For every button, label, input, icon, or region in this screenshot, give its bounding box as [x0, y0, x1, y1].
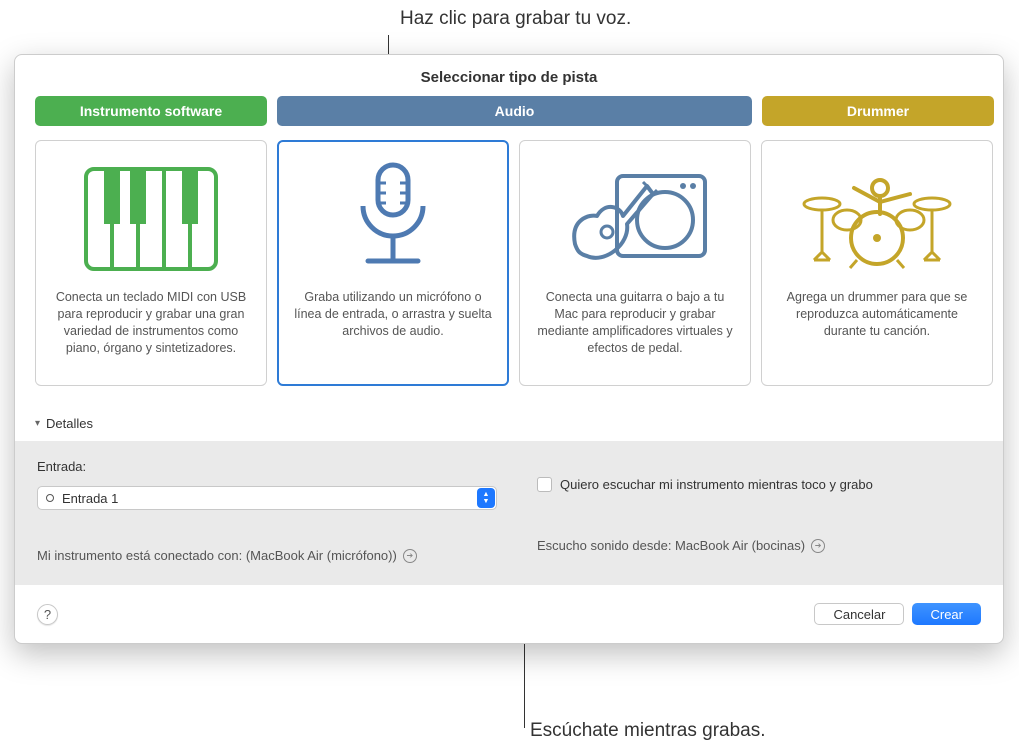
output-device-link[interactable]: ➔ — [811, 539, 825, 553]
card-mic-text: Graba utilizando un micrófono o línea de… — [292, 289, 494, 340]
card-guitar-text: Conecta una guitarra o bajo a tu Mac par… — [534, 289, 736, 357]
card-drummer-text: Agrega un drummer para que se reproduzca… — [776, 289, 978, 340]
checkbox-icon — [537, 477, 552, 492]
drummer-icon — [776, 159, 978, 279]
track-type-dialog: Seleccionar tipo de pista Instrumento so… — [14, 54, 1004, 644]
details-panel: Entrada: Entrada 1 ▲▼ Mi instrumento est… — [15, 441, 1003, 585]
chevron-down-icon: ▾ — [35, 418, 40, 429]
input-device-link[interactable]: ➔ — [403, 549, 417, 563]
cancel-button[interactable]: Cancelar — [814, 603, 904, 625]
card-software-text: Conecta un teclado MIDI con USB para rep… — [50, 289, 252, 357]
input-select[interactable]: Entrada 1 ▲▼ — [37, 486, 497, 510]
tab-audio[interactable]: Audio — [277, 96, 752, 126]
tab-drummer[interactable]: Drummer — [762, 96, 994, 126]
card-audio-mic[interactable]: Graba utilizando un micrófono o línea de… — [277, 140, 509, 386]
monitor-checkbox[interactable]: Quiero escuchar mi instrumento mientras … — [537, 477, 981, 492]
microphone-icon — [292, 159, 494, 279]
callout-record-voice: Haz clic para grabar tu voz. — [400, 8, 631, 30]
create-button[interactable]: Crear — [912, 603, 981, 625]
dialog-title: Seleccionar tipo de pista — [15, 55, 1003, 96]
input-channel-circle-icon — [46, 494, 54, 502]
details-toggle[interactable]: ▾ Detalles — [15, 412, 1003, 441]
track-type-tabs: Instrumento software Audio Drummer — [15, 96, 1003, 126]
output-device-text: Escucho sonido desde: MacBook Air (bocin… — [537, 538, 805, 553]
details-label: Detalles — [46, 416, 93, 431]
select-stepper-icon: ▲▼ — [477, 488, 495, 508]
piano-keys-icon — [50, 159, 252, 279]
callout-listen-self: Escúchate mientras grabas. — [530, 720, 766, 742]
dialog-footer: ? Cancelar Crear — [15, 585, 1003, 643]
card-drummer[interactable]: Agrega un drummer para que se reproduzca… — [761, 140, 993, 386]
monitor-label: Quiero escuchar mi instrumento mientras … — [560, 477, 873, 492]
tab-software-instrument[interactable]: Instrumento software — [35, 96, 267, 126]
input-device-text: Mi instrumento está conectado con: (MacB… — [37, 548, 397, 563]
input-label: Entrada: — [37, 459, 497, 474]
track-type-cards: Conecta un teclado MIDI con USB para rep… — [15, 126, 1003, 412]
input-select-value: Entrada 1 — [62, 491, 118, 506]
card-software-instrument[interactable]: Conecta un teclado MIDI con USB para rep… — [35, 140, 267, 386]
guitar-amp-icon — [534, 159, 736, 279]
help-button[interactable]: ? — [37, 604, 58, 625]
card-audio-guitar[interactable]: Conecta una guitarra o bajo a tu Mac par… — [519, 140, 751, 386]
